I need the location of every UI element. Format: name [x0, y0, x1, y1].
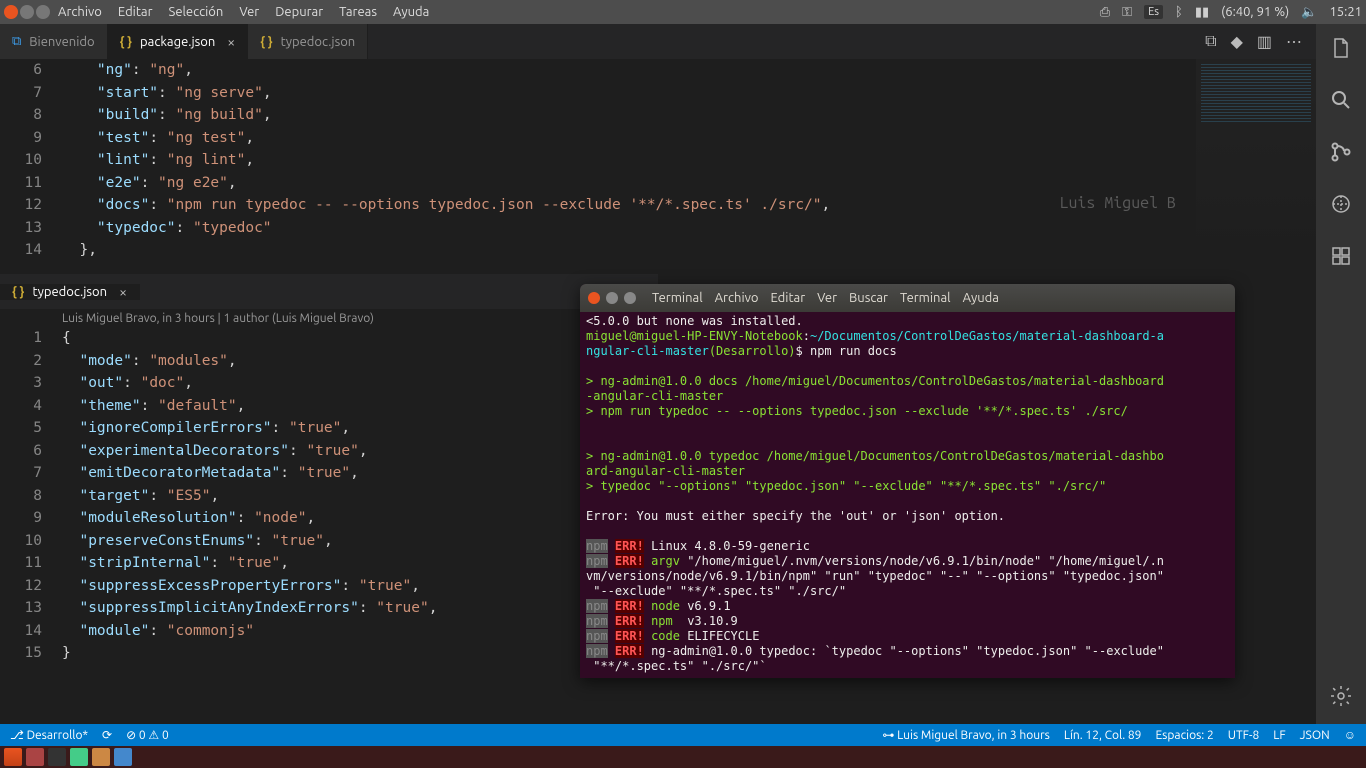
term-menu-terminal[interactable]: Terminal: [652, 291, 703, 305]
battery-text: (6:40, 91 %): [1221, 5, 1289, 19]
terminal-window[interactable]: Terminal Archivo Editar Ver Buscar Terminal Ay…: [580, 284, 1235, 678]
close-window-icon[interactable]: [4, 5, 18, 19]
keyboard-layout-indicator[interactable]: Es: [1144, 5, 1163, 19]
extensions-icon[interactable]: [1329, 244, 1353, 272]
ubuntu-panel: Archivo Editar Selección Ver Depurar Tareas Ay…: [0, 0, 1366, 24]
minimap[interactable]: [1196, 59, 1316, 259]
indentation[interactable]: Espacios: 2: [1155, 729, 1213, 742]
term-menu-archivo[interactable]: Archivo: [715, 291, 759, 305]
wifi-icon[interactable]: ⚿: [1122, 5, 1132, 20]
battery-icon[interactable]: ▮▮: [1195, 5, 1209, 20]
minimize-icon[interactable]: [606, 292, 618, 304]
app-menu-bar: Archivo Editar Selección Ver Depurar Tareas Ay…: [58, 5, 429, 19]
editor-actions: ⧉ ◆ ▥ ⋯: [1205, 24, 1316, 59]
code-content[interactable]: { "mode": "modules", "out": "doc", "them…: [62, 327, 658, 665]
vscode-icon: ⧉: [12, 34, 21, 49]
source-control-icon[interactable]: 1: [1329, 140, 1353, 168]
close-icon[interactable]: [588, 292, 600, 304]
problems[interactable]: ⊘ 0 ⚠ 0: [126, 728, 169, 742]
launcher-item[interactable]: [70, 748, 88, 766]
eol[interactable]: LF: [1273, 729, 1285, 742]
tab-typedoc-json[interactable]: { } typedoc.json: [248, 24, 368, 59]
ubuntu-dash-icon[interactable]: [4, 748, 22, 766]
close-icon[interactable]: ×: [227, 34, 235, 50]
close-icon[interactable]: ×: [119, 284, 127, 300]
terminal-titlebar[interactable]: Terminal Archivo Editar Ver Buscar Terminal Ay…: [580, 284, 1235, 312]
tab-label: typedoc.json: [32, 285, 107, 299]
menu-ver[interactable]: Ver: [239, 5, 259, 19]
activity-bar: 1: [1316, 24, 1366, 724]
launcher-item[interactable]: [114, 748, 132, 766]
term-menu-ver[interactable]: Ver: [817, 291, 837, 305]
menu-depurar[interactable]: Depurar: [275, 5, 323, 19]
editor-package-json: 67891011121314 "ng": "ng", "start": "ng …: [0, 59, 1316, 274]
tab-label: Bienvenido: [29, 35, 94, 49]
maximize-window-icon[interactable]: [36, 5, 50, 19]
menu-selección[interactable]: Selección: [169, 5, 224, 19]
explorer-icon[interactable]: [1329, 36, 1353, 64]
menu-ayuda[interactable]: Ayuda: [393, 5, 429, 19]
tab-label: package.json: [140, 35, 215, 49]
code-content[interactable]: "ng": "ng", "start": "ng serve", "build"…: [62, 59, 1316, 262]
search-icon[interactable]: [1329, 88, 1353, 116]
more-icon[interactable]: ⋯: [1286, 32, 1302, 51]
split-editor-icon[interactable]: ▥: [1257, 32, 1272, 51]
print-icon[interactable]: ⎙: [1100, 5, 1110, 20]
menu-tareas[interactable]: Tareas: [339, 5, 377, 19]
git-blame-inline: Luis Miguel B: [1060, 194, 1176, 212]
json-icon: { }: [12, 285, 24, 299]
menu-editar[interactable]: Editar: [118, 5, 153, 19]
editor-tab-bar: ⧉ Bienvenido { } package.json × { } type…: [0, 24, 1316, 59]
debug-icon[interactable]: [1329, 192, 1353, 220]
term-menu-ayuda[interactable]: Ayuda: [963, 291, 999, 305]
terminal-output[interactable]: <5.0.0 but none was installed. miguel@mi…: [580, 312, 1235, 678]
term-menu-terminal[interactable]: Terminal: [900, 291, 951, 305]
term-menu-buscar[interactable]: Buscar: [849, 291, 888, 305]
launcher-item[interactable]: [92, 748, 110, 766]
ubuntu-launcher: [0, 746, 1366, 768]
git-branch[interactable]: ⎇ Desarrollo*: [10, 728, 88, 742]
term-menu-editar[interactable]: Editar: [771, 291, 806, 305]
tab-package-json[interactable]: { } package.json ×: [108, 24, 249, 59]
sync-icon[interactable]: ⟳: [102, 728, 112, 742]
cursor-position[interactable]: Lín. 12, Col. 89: [1064, 729, 1142, 742]
window-controls: [4, 5, 50, 19]
tab-welcome[interactable]: ⧉ Bienvenido: [0, 24, 108, 59]
clock[interactable]: 15:21: [1329, 5, 1362, 19]
terminal-window-controls: [588, 292, 636, 304]
minimize-window-icon[interactable]: [20, 5, 34, 19]
tab-typedoc-json-2[interactable]: { } typedoc.json ×: [0, 284, 140, 300]
git-blame-status[interactable]: ⊶ Luis Miguel Bravo, in 3 hours: [882, 728, 1050, 742]
volume-icon[interactable]: 🔈: [1301, 5, 1317, 20]
line-numbers: 123456789101112131415: [0, 327, 62, 665]
status-bar: ⎇ Desarrollo* ⟳ ⊘ 0 ⚠ 0 ⊶ Luis Miguel Br…: [0, 724, 1366, 746]
editor-typedoc-json: { } typedoc.json × ⋯ Luis Miguel Bravo, …: [0, 274, 658, 726]
menu-archivo[interactable]: Archivo: [58, 5, 102, 19]
language-mode[interactable]: JSON: [1300, 729, 1330, 742]
bluetooth-icon[interactable]: ᛒ: [1175, 5, 1183, 19]
open-changes-icon[interactable]: ◆: [1231, 32, 1243, 51]
launcher-item[interactable]: [48, 748, 66, 766]
feedback-icon[interactable]: ☺: [1344, 728, 1356, 742]
codelens-authors[interactable]: Luis Miguel Bravo, in 3 hours | 1 author…: [0, 309, 658, 327]
compare-icon[interactable]: ⧉: [1205, 32, 1216, 51]
panel-indicators: ⎙ ⚿ Es ᛒ ▮▮ (6:40, 91 %) 🔈 15:21: [1100, 5, 1362, 20]
editor-tab-bar-2: { } typedoc.json × ⋯: [0, 274, 658, 309]
maximize-icon[interactable]: [624, 292, 636, 304]
launcher-item[interactable]: [26, 748, 44, 766]
encoding[interactable]: UTF-8: [1228, 729, 1259, 742]
json-icon: { }: [120, 35, 132, 49]
settings-gear-icon[interactable]: [1329, 684, 1353, 712]
json-icon: { }: [260, 35, 272, 49]
terminal-menu-bar: Terminal Archivo Editar Ver Buscar Terminal Ay…: [652, 291, 999, 305]
line-numbers: 67891011121314: [0, 59, 62, 262]
tab-label: typedoc.json: [281, 35, 356, 49]
